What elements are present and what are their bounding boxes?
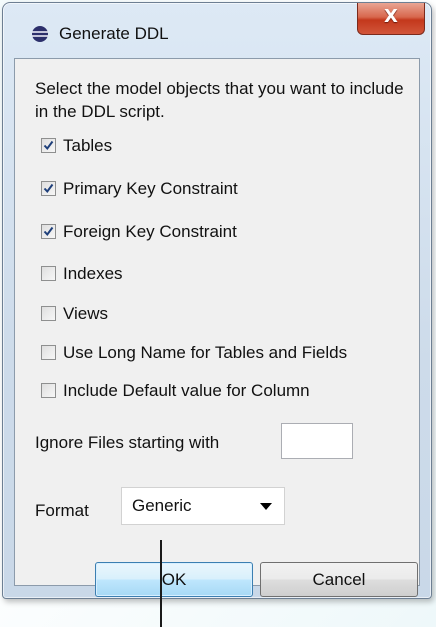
check-icon bbox=[43, 140, 54, 151]
option-label: Use Long Name for Tables and Fields bbox=[63, 343, 348, 362]
ignore-files-input[interactable] bbox=[281, 423, 353, 459]
checkbox-primary-key-constraint[interactable] bbox=[41, 181, 56, 196]
chevron-down-icon bbox=[260, 503, 272, 510]
cancel-button[interactable]: Cancel bbox=[260, 562, 418, 597]
checkbox-include-default-value[interactable] bbox=[41, 383, 56, 398]
dialog-body: Select the model objects that you want t… bbox=[14, 58, 420, 597]
intro-text: Select the model objects that you want t… bbox=[35, 79, 404, 121]
option-label: Primary Key Constraint bbox=[63, 179, 238, 198]
checkbox-indexes[interactable] bbox=[41, 266, 56, 281]
checkbox-tables[interactable] bbox=[41, 138, 56, 153]
ignore-files-label: Ignore Files starting with bbox=[35, 433, 220, 452]
title-bar[interactable]: Generate DDL X bbox=[3, 3, 431, 59]
check-icon bbox=[43, 226, 54, 237]
checkbox-foreign-key-constraint[interactable] bbox=[41, 224, 56, 239]
window-title: Generate DDL bbox=[59, 24, 169, 43]
option-label: Views bbox=[63, 304, 109, 323]
close-icon: X bbox=[384, 6, 398, 27]
check-icon bbox=[43, 183, 54, 194]
annotation-pointer-line bbox=[160, 540, 162, 627]
close-button[interactable]: X bbox=[357, 3, 425, 35]
eclipse-icon bbox=[32, 26, 48, 42]
format-label: Format bbox=[35, 501, 89, 520]
generate-ddl-dialog: Generate DDL X Select the model objects … bbox=[2, 2, 432, 599]
option-label: Include Default value for Column bbox=[63, 381, 310, 400]
option-label: Foreign Key Constraint bbox=[63, 222, 237, 241]
option-label: Indexes bbox=[63, 264, 123, 283]
option-label: Tables bbox=[63, 136, 113, 155]
checkbox-views[interactable] bbox=[41, 306, 56, 321]
format-select[interactable]: Generic bbox=[121, 487, 285, 525]
checkbox-use-long-name[interactable] bbox=[41, 345, 56, 360]
format-selected-value: Generic bbox=[132, 496, 192, 515]
ok-button[interactable]: OK bbox=[95, 562, 253, 597]
